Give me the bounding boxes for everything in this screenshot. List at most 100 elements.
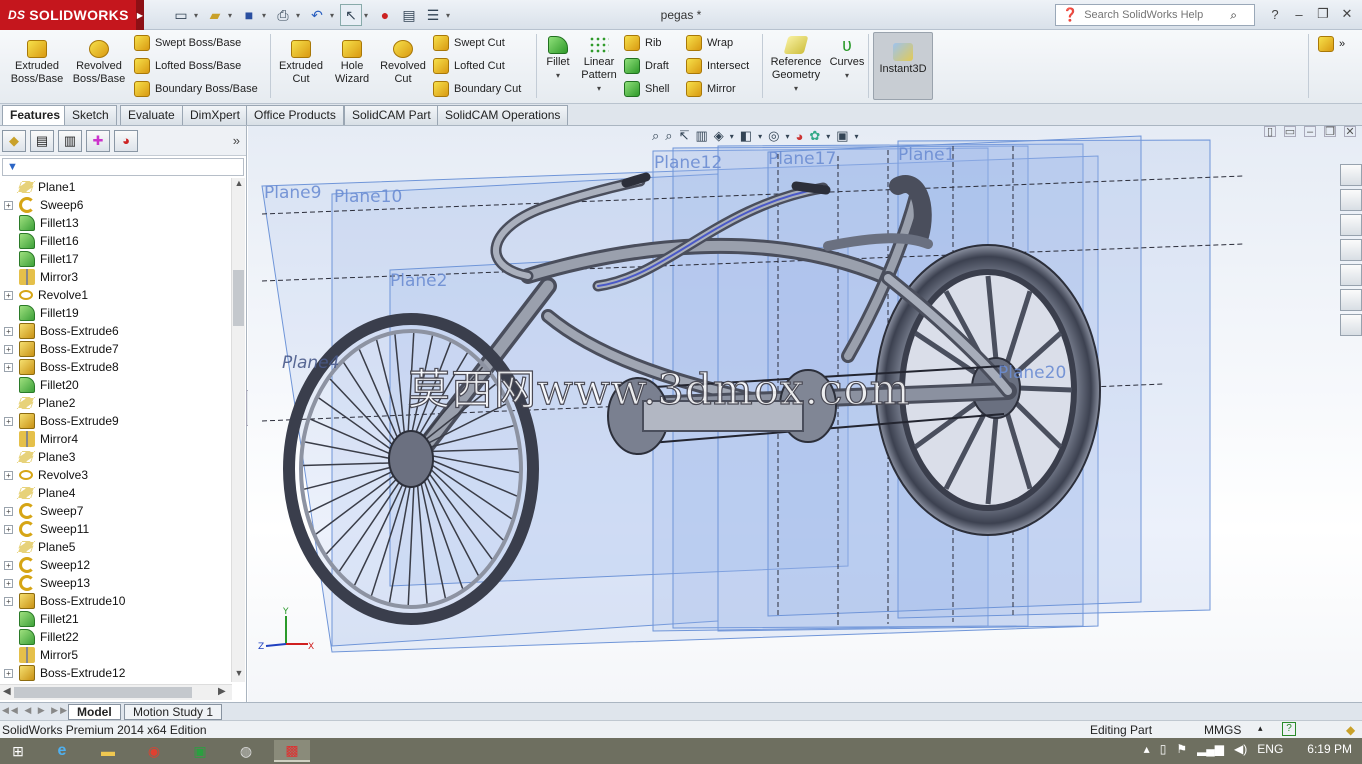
tree-item[interactable]: + Boss-Extrude7 [0,340,230,358]
viewport-tile-icon[interactable]: ▭ [1284,126,1296,137]
panel-more-icon[interactable]: » [233,133,240,148]
ribbon-more-icon[interactable]: » [1339,38,1345,50]
tree-item[interactable]: Plane2 [0,394,230,412]
options-dropdown-icon[interactable]: ▾ [446,11,454,20]
tree-item[interactable]: Fillet17 [0,250,230,268]
expand-toggle-icon[interactable]: + [4,200,13,210]
property-manager-tab-icon[interactable]: ▤ [30,129,54,152]
custom-properties-icon[interactable] [1340,289,1362,311]
lofted-boss-button[interactable]: Lofted Boss/Base [134,56,241,76]
tree-item[interactable]: Fillet13 [0,214,230,232]
show-hidden-icons-icon[interactable]: ▴ [1144,742,1150,756]
expand-toggle-icon[interactable]: + [4,668,13,678]
save-icon[interactable]: ■ [238,4,260,26]
reference-geometry-dropdown-icon[interactable]: ▾ [794,82,798,95]
tab-dimxpert[interactable]: DimXpert [182,105,249,125]
expand-toggle-icon[interactable]: + [4,362,13,372]
expand-toggle-icon[interactable]: + [4,524,13,534]
tree-item[interactable]: Mirror4 [0,430,230,448]
plane1-label[interactable]: Plane1 [898,145,955,165]
tab-model[interactable]: Model [68,704,121,720]
tree-item[interactable]: Mirror3 [0,268,230,286]
plane17-label[interactable]: Plane17 [768,149,836,169]
expand-toggle-icon[interactable]: + [4,506,13,516]
dimxpert-manager-tab-icon[interactable]: ✚ [86,129,110,152]
scroll-right-icon[interactable]: ▶ [218,686,226,697]
appearances-scenes-icon[interactable] [1340,264,1362,286]
swept-boss-button[interactable]: Swept Boss/Base [134,33,241,53]
hud-dropdown-icon[interactable]: ▾ [785,132,789,141]
tree-item[interactable]: Fillet20 [0,376,230,394]
tab-features[interactable]: Features [2,105,69,125]
chrome-icon[interactable]: ◉ [136,740,172,762]
select-pointer-icon[interactable]: ↖ [340,4,362,26]
device-icon[interactable]: ▯ [1160,742,1167,756]
quick-tips-help-icon[interactable]: ? [1282,722,1296,736]
tab-solidcam-part[interactable]: SolidCAM Part [344,105,439,125]
hud-dropdown-icon[interactable]: ▾ [826,132,830,141]
curves-button[interactable]: ʋ Curves ▾ [828,36,866,82]
tree-item[interactable]: + Sweep6 [0,196,230,214]
tab-navigation-arrows-icon[interactable]: ◀◀ ◀ ▶ ▶▶ [2,705,69,716]
extruded-boss-button[interactable]: Extruded Boss/Base [8,40,66,86]
excel-icon[interactable]: ▣ [182,740,218,762]
tree-item[interactable]: Mirror5 [0,646,230,664]
customize-ribbon-button[interactable]: » [1318,34,1345,54]
solidworks-resources-icon[interactable] [1340,164,1362,186]
new-document-icon[interactable]: ▭ [170,4,192,26]
tree-item[interactable]: + Boss-Extrude8 [0,358,230,376]
file-explorer-icon[interactable] [1340,214,1362,236]
scroll-up-icon[interactable]: ▲ [232,178,246,192]
tab-solidcam-operations[interactable]: SolidCAM Operations [437,105,569,125]
file-properties-icon[interactable]: ▤ [398,4,420,26]
extruded-cut-button[interactable]: Extruded Cut [276,40,326,86]
view-orientation-icon[interactable]: ◧ [740,128,752,144]
solidworks-logo[interactable]: DS SOLIDWORKS [0,0,136,30]
wrap-button[interactable]: Wrap [686,33,733,53]
file-explorer-taskbar-icon[interactable]: ▬ [90,740,126,762]
undo-dropdown-icon[interactable]: ▾ [330,11,338,20]
expand-toggle-icon[interactable]: + [4,344,13,354]
section-view-icon[interactable]: ▥ [695,128,707,144]
tree-item[interactable]: + Boss-Extrude10 [0,592,230,610]
task-pane-extra-icon[interactable] [1340,314,1362,336]
display-manager-tab-icon[interactable]: ◕ [114,129,138,152]
restore-icon[interactable]: ❐ [1314,4,1332,24]
hole-wizard-button[interactable]: Hole Wizard [328,40,376,86]
tree-item[interactable]: + Boss-Extrude6 [0,322,230,340]
tree-item[interactable]: Plane3 [0,448,230,466]
save-dropdown-icon[interactable]: ▾ [262,11,270,20]
network-signal-icon[interactable]: ▂▄▆ [1197,742,1224,756]
view-settings-icon[interactable]: ▣ [836,128,848,144]
select-dropdown-icon[interactable]: ▾ [364,11,372,20]
rebuild-status-icon[interactable]: ◆ [1346,723,1355,737]
revolved-cut-button[interactable]: Revolved Cut [378,40,428,86]
configuration-manager-tab-icon[interactable]: ▥ [58,129,82,152]
viewport-minimize-icon[interactable]: – [1304,126,1316,137]
draft-button[interactable]: Draft [624,56,669,76]
expand-toggle-icon[interactable]: + [4,326,13,336]
hud-dropdown-icon[interactable]: ▾ [730,132,734,141]
feature-manager-tab-icon[interactable]: ◆ [2,129,26,152]
options-icon[interactable]: ☰ [422,4,444,26]
open-folder-icon[interactable]: ▰ [204,4,226,26]
plane10-label[interactable]: Plane10 [334,187,402,207]
search-icon[interactable]: ⌕ [1230,8,1237,23]
boundary-boss-button[interactable]: Boundary Boss/Base [134,79,258,99]
expand-toggle-icon[interactable]: + [4,596,13,606]
media-player-icon[interactable]: ◍ [228,740,264,762]
print-dropdown-icon[interactable]: ▾ [296,11,304,20]
plane2-label[interactable]: Plane2 [390,271,447,291]
curves-dropdown-icon[interactable]: ▾ [845,69,849,82]
tree-item[interactable]: Plane1 [0,178,230,196]
new-dropdown-icon[interactable]: ▾ [194,11,202,20]
windows-start-icon[interactable]: ⊞ [0,740,36,762]
viewport-split-icon[interactable]: ▯ [1264,126,1276,137]
linear-pattern-button[interactable]: Linear Pattern ▾ [578,36,620,95]
view-palette-icon[interactable] [1340,239,1362,261]
tab-evaluate[interactable]: Evaluate [120,105,183,125]
language-indicator[interactable]: ENG [1257,742,1283,756]
plane9-label[interactable]: Plane9 [264,183,321,203]
zoom-to-area-icon[interactable]: ⌕ [665,128,672,144]
expand-toggle-icon[interactable]: + [4,416,13,426]
